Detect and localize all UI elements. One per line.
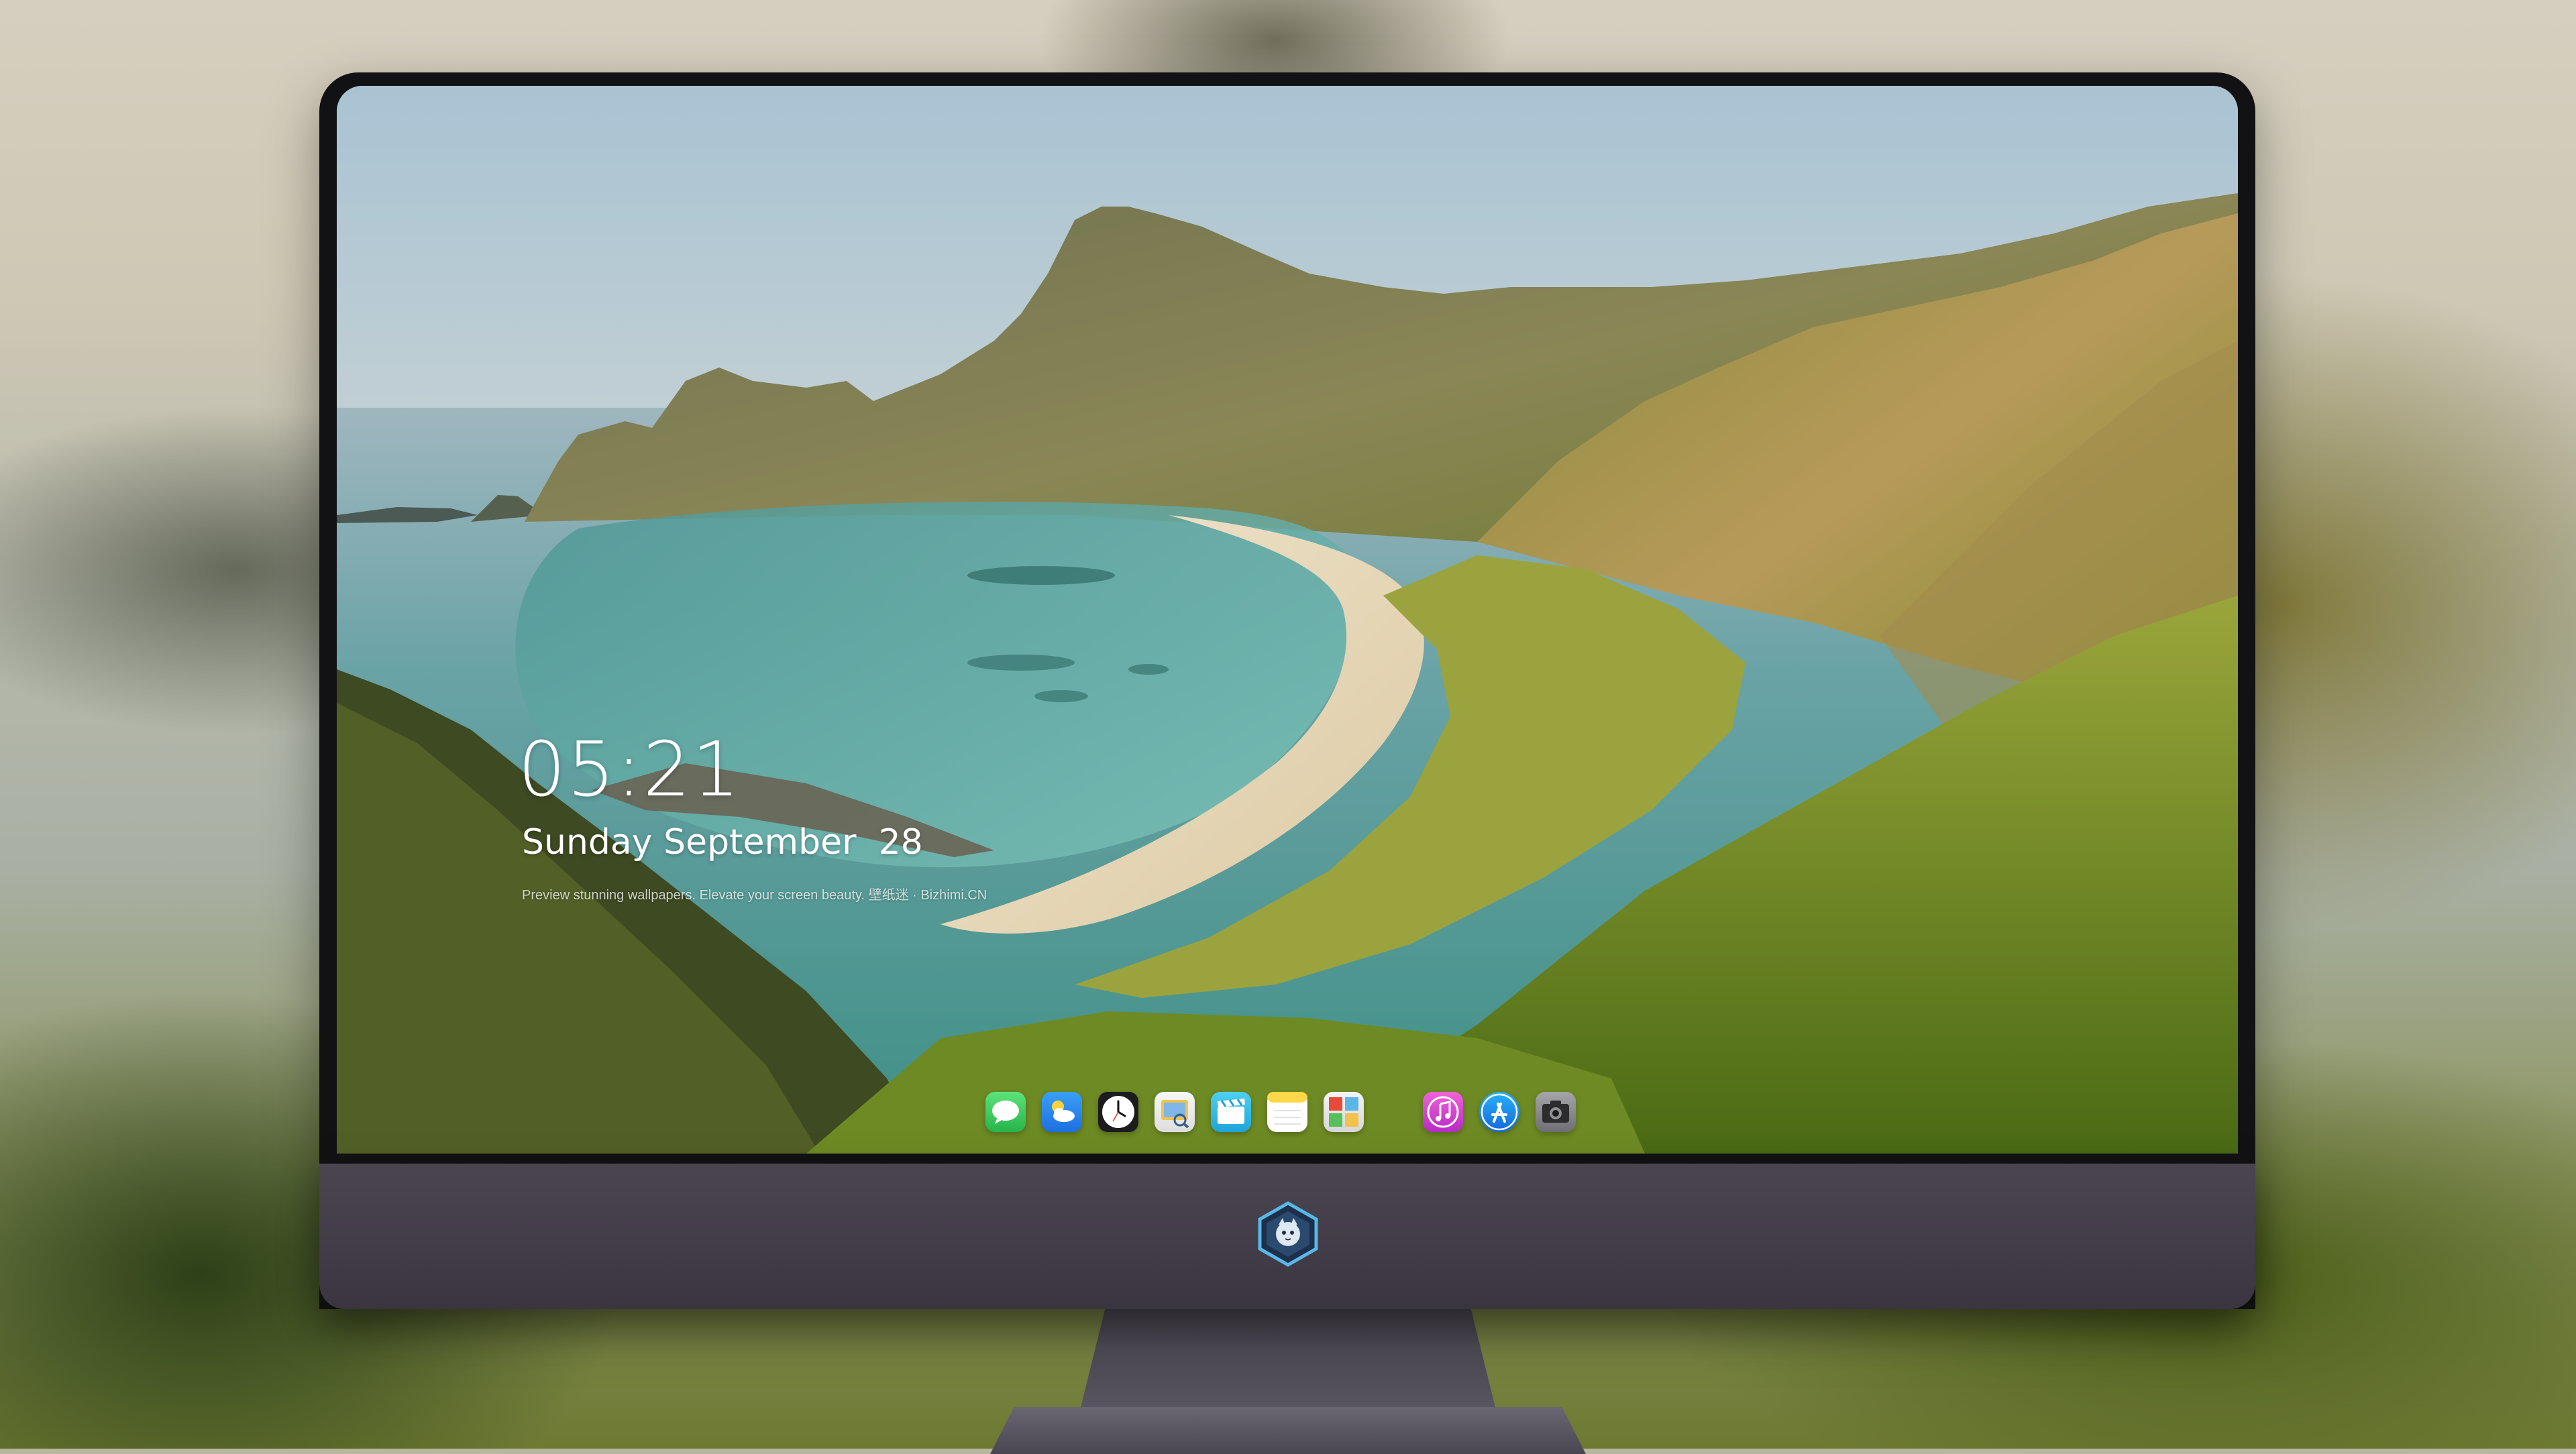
dock-item-clips[interactable] (1211, 1092, 1251, 1132)
dock-item-camera[interactable] (1536, 1092, 1576, 1132)
photobooth-icon (1329, 1097, 1358, 1127)
clock-icon (1102, 1096, 1134, 1128)
monitor-stand (1080, 1309, 1496, 1410)
lockscreen-time: 05:21 (518, 726, 741, 814)
dock-item-messages[interactable] (985, 1092, 1026, 1132)
weather-icon (1052, 1101, 1075, 1122)
dock-item-clock[interactable] (1098, 1092, 1138, 1132)
appstore-icon (1481, 1093, 1518, 1131)
preview-icon (1161, 1100, 1189, 1129)
desktop-screen: 05:21 Sunday September 28 Preview stunni… (337, 86, 2238, 1154)
camera-icon (1542, 1101, 1569, 1123)
clips-icon (1218, 1099, 1245, 1124)
monitor-stand-base (990, 1407, 1586, 1454)
dock-item-appstore[interactable] (1479, 1092, 1519, 1132)
wallpaper-landscape (337, 86, 2238, 1154)
dock-item-itunes[interactable] (1423, 1092, 1463, 1132)
notes-icon (1267, 1092, 1307, 1125)
lockscreen-date: Sunday September 28 (522, 822, 923, 862)
messages-icon (992, 1101, 1019, 1124)
dock-separator (1380, 1092, 1407, 1132)
dock-item-weather[interactable] (1042, 1092, 1082, 1132)
brand-logo-icon (1258, 1201, 1318, 1267)
lockscreen-tagline: Preview stunning wallpapers. Elevate you… (522, 888, 987, 903)
dock-item-photobooth[interactable] (1324, 1092, 1364, 1132)
itunes-icon (1427, 1096, 1459, 1128)
dock-item-notes[interactable] (1267, 1092, 1307, 1132)
dock-item-preview[interactable] (1155, 1092, 1195, 1132)
dock (977, 1085, 1605, 1139)
